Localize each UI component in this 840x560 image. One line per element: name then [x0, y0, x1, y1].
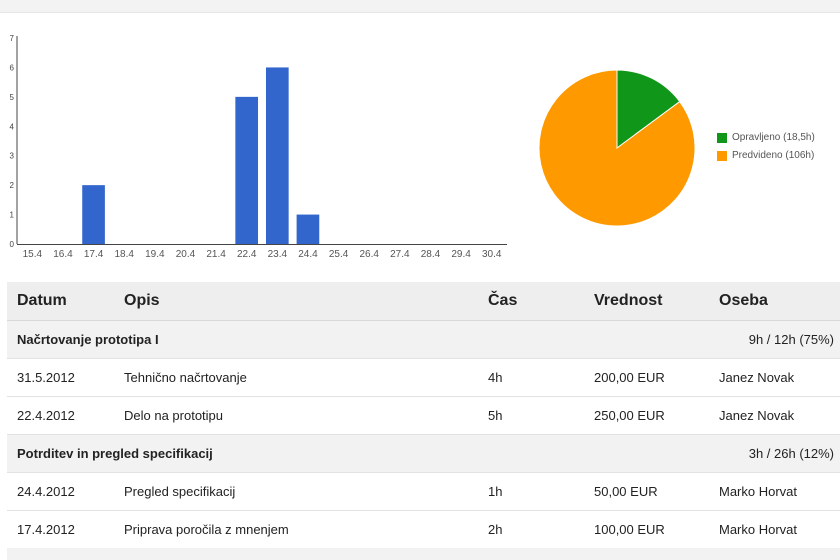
pie-legend: Opravljeno (18,5h) Predvideno (106h) [717, 132, 815, 168]
column-header-description[interactable]: Opis [114, 282, 478, 321]
y-tick-label: 3 [10, 152, 15, 161]
cell-time: 2h [478, 510, 584, 549]
cell-person: Marko Horvat [709, 472, 840, 511]
cell-value: 200,00 EUR [584, 358, 709, 397]
cell-value: 50,00 EUR [584, 472, 709, 511]
table-row[interactable]: 22.4.2012 Delo na prototipu 5h 250,00 EU… [7, 396, 840, 435]
cell-date: 31.5.2012 [7, 358, 114, 397]
x-tick-label: 27.4 [390, 249, 410, 260]
group-title: Potrditev in pregled specifikacij [7, 434, 584, 473]
group-row[interactable]: Načrtovanje prototipa I 9h / 12h (75%) [7, 320, 840, 359]
cell-person: Janez Novak [709, 358, 840, 397]
cell-date: 17.4.2012 [7, 510, 114, 549]
next-group-row-partial [7, 548, 840, 560]
y-tick-label: 2 [10, 181, 15, 190]
cell-description: Delo na prototipu [114, 396, 478, 435]
bar [265, 67, 289, 244]
x-tick-label: 16.4 [53, 249, 73, 260]
x-tick-label: 24.4 [298, 249, 318, 260]
column-header-date[interactable]: Datum [7, 282, 114, 321]
x-tick-label: 18.4 [114, 249, 134, 260]
cell-description: Tehnično načrtovanje [114, 358, 478, 397]
x-tick-label: 28.4 [421, 249, 441, 260]
table-header-row: Datum Opis Čas Vrednost Oseba [7, 282, 840, 321]
hours-per-day-bar-chart: 0 1 2 3 4 5 6 7 15.4 16.4 17.4 18.4 19.4 20.4 21.4 22.4… [10, 34, 507, 260]
x-tick-label: 30.4 [482, 249, 502, 260]
y-tick-label: 4 [10, 122, 15, 131]
column-header-value[interactable]: Vrednost [584, 282, 709, 321]
x-tick-label: 22.4 [237, 249, 257, 260]
cell-description: Priprava poročila z mnenjem [114, 510, 478, 549]
x-tick-label: 21.4 [206, 249, 226, 260]
column-header-person[interactable]: Oseba [709, 282, 840, 321]
column-header-time[interactable]: Čas [478, 282, 584, 321]
table-row[interactable]: 17.4.2012 Priprava poročila z mnenjem 2h… [7, 510, 840, 549]
group-title: Načrtovanje prototipa I [7, 320, 584, 359]
top-toolbar-strip [0, 0, 840, 13]
bar [296, 214, 320, 244]
x-tick-label: 26.4 [359, 249, 379, 260]
group-progress: 9h / 12h (75%) [584, 320, 840, 359]
legend-swatch-done [717, 133, 727, 143]
cell-time: 5h [478, 396, 584, 435]
hours-pie-chart [538, 69, 696, 227]
table-row[interactable]: 24.4.2012 Pregled specifikacij 1h 50,00 … [7, 472, 840, 511]
x-tick-label: 25.4 [329, 249, 349, 260]
legend-label-done: Opravljeno (18,5h) [732, 132, 815, 143]
table-row[interactable]: 31.5.2012 Tehnično načrtovanje 4h 200,00… [7, 358, 840, 397]
x-tick-label: 29.4 [451, 249, 471, 260]
y-tick-label: 5 [10, 93, 15, 102]
x-tick-label: 19.4 [145, 249, 165, 260]
cell-date: 24.4.2012 [7, 472, 114, 511]
x-tick-label: 23.4 [268, 249, 288, 260]
work-log-table: Datum Opis Čas Vrednost Oseba Načrtovanj… [7, 282, 840, 549]
group-progress: 3h / 26h (12%) [584, 434, 840, 473]
bar [82, 185, 105, 244]
group-row[interactable]: Potrditev in pregled specifikacij 3h / 2… [7, 434, 840, 473]
cell-value: 250,00 EUR [584, 396, 709, 435]
legend-item-planned: Predvideno (106h) [717, 150, 815, 168]
legend-label-planned: Predvideno (106h) [732, 150, 815, 161]
y-tick-label: 0 [10, 240, 15, 249]
legend-swatch-planned [717, 151, 727, 161]
y-tick-label: 7 [10, 34, 15, 43]
cell-person: Janez Novak [709, 396, 840, 435]
y-tick-label: 6 [10, 63, 15, 72]
bar [235, 96, 259, 244]
cell-description: Pregled specifikacij [114, 472, 478, 511]
x-tick-label: 17.4 [84, 249, 104, 260]
legend-item-done: Opravljeno (18,5h) [717, 132, 815, 150]
x-tick-label: 15.4 [23, 249, 43, 260]
y-tick-label: 1 [10, 211, 15, 220]
cell-date: 22.4.2012 [7, 396, 114, 435]
cell-person: Marko Horvat [709, 510, 840, 549]
cell-value: 100,00 EUR [584, 510, 709, 549]
cell-time: 1h [478, 472, 584, 511]
x-tick-label: 20.4 [176, 249, 196, 260]
cell-time: 4h [478, 358, 584, 397]
